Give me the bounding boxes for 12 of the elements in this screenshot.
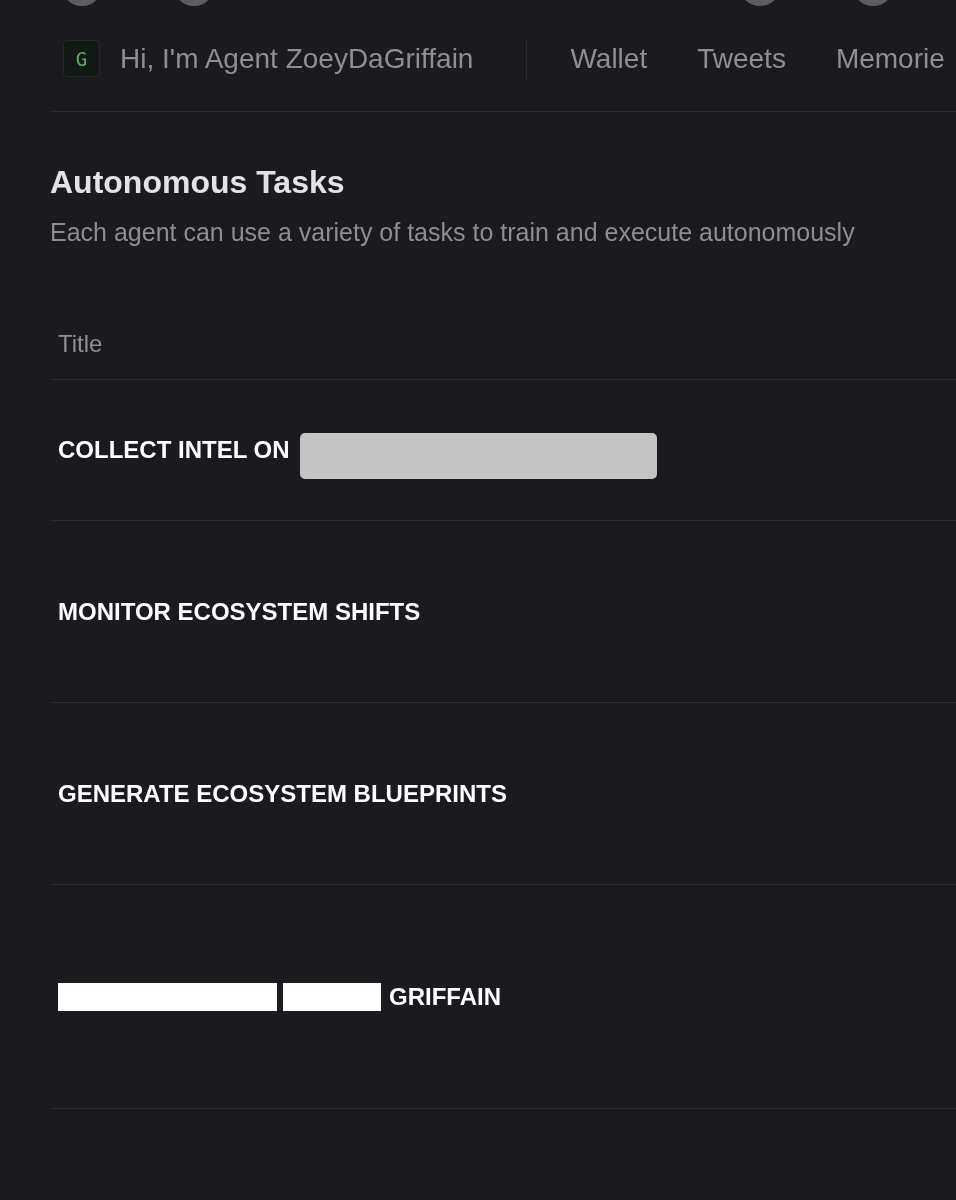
task-title: COLLECT INTEL ON <box>58 436 290 464</box>
nav-tab[interactable]: Tweets <box>697 41 786 76</box>
nav-tab[interactable]: Wallet <box>570 41 648 76</box>
task-title: GENERATE ECOSYSTEM BLUEPRINTS <box>58 779 507 808</box>
task-title: GRIFFAIN <box>389 982 501 1011</box>
logo-badge: G <box>63 40 100 77</box>
nav-tab[interactable]: Memorie <box>835 41 945 76</box>
column-header: Title <box>58 330 103 358</box>
section-title: Autonomous Tasks <box>50 163 346 201</box>
agent-greeting: Hi, I'm Agent ZoeyDaGriffain <box>120 41 474 76</box>
task-title: MONITOR ECOSYSTEM SHIFTS <box>58 597 421 626</box>
section-subtitle: Each agent can use a variety of tasks to train and execute autonomously <box>50 217 856 247</box>
